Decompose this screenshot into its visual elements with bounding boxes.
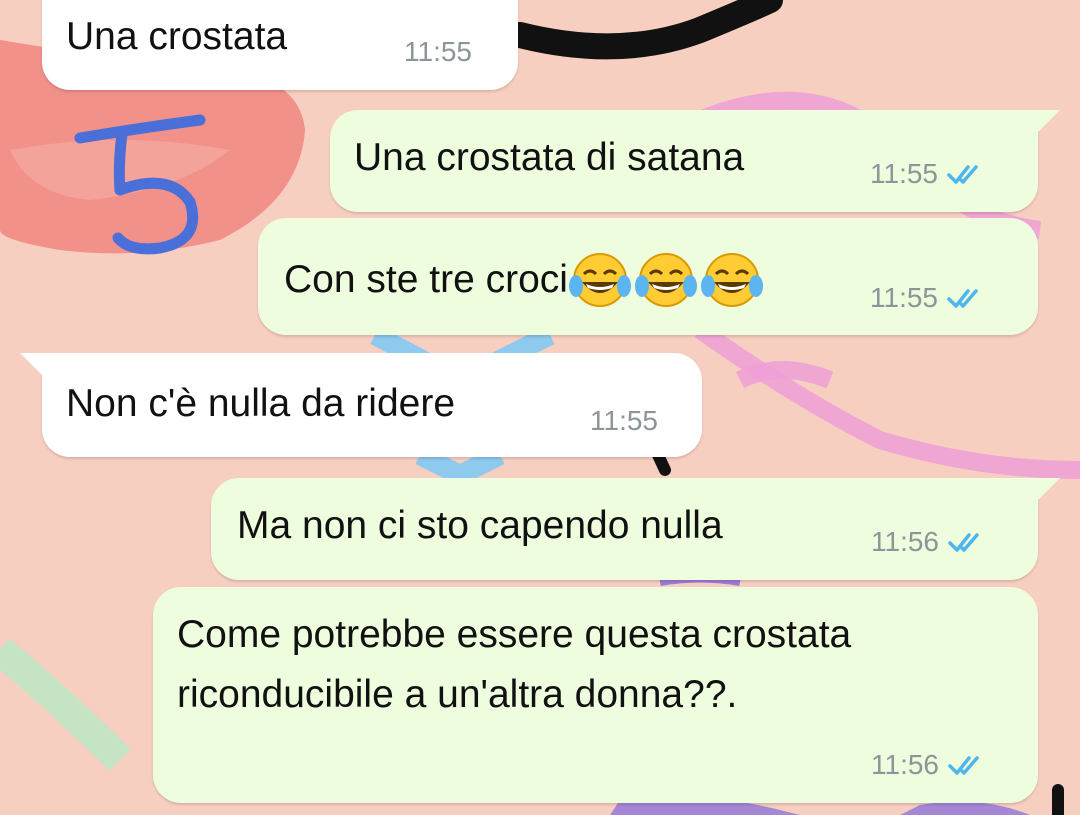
double-check-icon: [947, 165, 978, 184]
message-bubble-outgoing[interactable]: Una crostata di satana 11:55: [330, 110, 1060, 212]
message-text-line-2: riconducibile a un'altra donna??.: [177, 673, 738, 716]
message-bubble-outgoing[interactable]: Come potrebbe essere questa crostata ric…: [153, 587, 1038, 803]
handwritten-number-annotation: [74, 114, 206, 255]
message-bubble-incoming[interactable]: Non c'è nulla da ridere 11:55: [20, 353, 702, 457]
face-with-tears-of-joy-icon: [700, 253, 763, 307]
bubble-tail: [20, 353, 44, 377]
face-with-tears-of-joy-icon: [568, 253, 631, 307]
double-check-icon: [947, 289, 978, 308]
message-meta: 11:55: [404, 36, 472, 68]
double-check-icon: [948, 756, 979, 775]
message-bubble-outgoing[interactable]: Ma non ci sto capendo nulla 11:56: [211, 478, 1060, 580]
bubble-tail: [1036, 478, 1060, 502]
message-meta: 11:55: [590, 405, 658, 437]
message-time: 11:56: [871, 749, 939, 780]
message-text: Ma non ci sto capendo nulla: [237, 504, 723, 547]
message-meta: 11:56: [871, 749, 991, 781]
message-bubble-incoming[interactable]: Una crostata 11:55: [42, 0, 518, 90]
message-text-with-emoji: Con ste tre croci: [284, 250, 766, 308]
bubble-tail: [1036, 110, 1060, 134]
double-check-icon: [948, 533, 979, 552]
message-time: 11:55: [870, 158, 938, 189]
message-text-line-1: Come potrebbe essere questa crostata: [177, 613, 852, 656]
message-meta: 11:55: [870, 158, 990, 190]
message-text: Una crostata di satana: [354, 136, 745, 179]
message-time: 11:55: [404, 36, 472, 67]
message-time: 11:56: [871, 526, 939, 557]
emoji-group: [568, 250, 766, 308]
message-meta: 11:56: [871, 526, 991, 558]
message-text: Con ste tre croci: [284, 258, 568, 301]
message-time: 11:55: [590, 405, 658, 436]
message-text: Una crostata: [66, 15, 288, 58]
message-time: 11:55: [870, 282, 938, 313]
message-bubble-outgoing[interactable]: Con ste tre croci 11:55: [258, 218, 1038, 335]
message-text: Non c'è nulla da ridere: [66, 382, 456, 425]
message-meta: 11:55: [870, 282, 990, 314]
face-with-tears-of-joy-icon: [634, 253, 697, 307]
